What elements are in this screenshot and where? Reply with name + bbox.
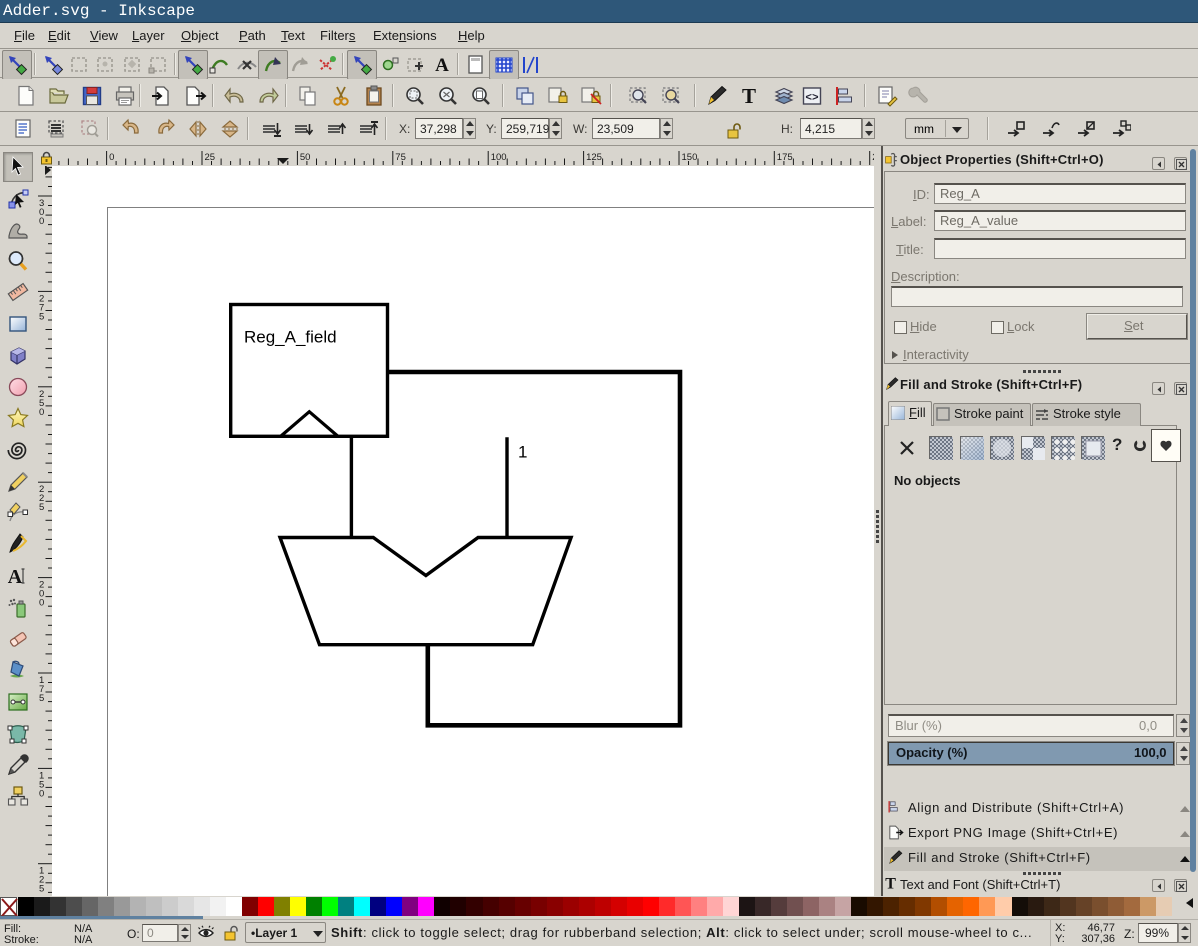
svg-text:1: 1 (518, 443, 527, 462)
svg-text:0: 0 (39, 598, 44, 609)
svg-text:0: 0 (39, 788, 44, 799)
svg-text:125: 125 (586, 152, 602, 163)
svg-text:A: A (435, 55, 449, 76)
svg-text:0: 0 (39, 216, 44, 227)
svg-text:150: 150 (682, 152, 698, 163)
svg-text:100: 100 (491, 152, 507, 163)
svg-text:T: T (742, 84, 756, 108)
svg-text:Reg_A_field: Reg_A_field (244, 328, 337, 347)
svg-text:5: 5 (39, 502, 44, 513)
svg-text:25: 25 (205, 152, 216, 163)
svg-text:5: 5 (39, 884, 44, 895)
svg-text:T: T (885, 875, 896, 892)
svg-text:<>: <> (805, 93, 819, 105)
svg-text:175: 175 (777, 152, 793, 163)
svg-text:50: 50 (300, 152, 311, 163)
svg-text:5: 5 (39, 311, 44, 322)
svg-text:A: A (8, 566, 23, 588)
svg-text:75: 75 (395, 152, 406, 163)
svg-text:0: 0 (39, 407, 44, 418)
svg-text:0: 0 (109, 152, 114, 163)
svg-text:5: 5 (39, 693, 44, 704)
